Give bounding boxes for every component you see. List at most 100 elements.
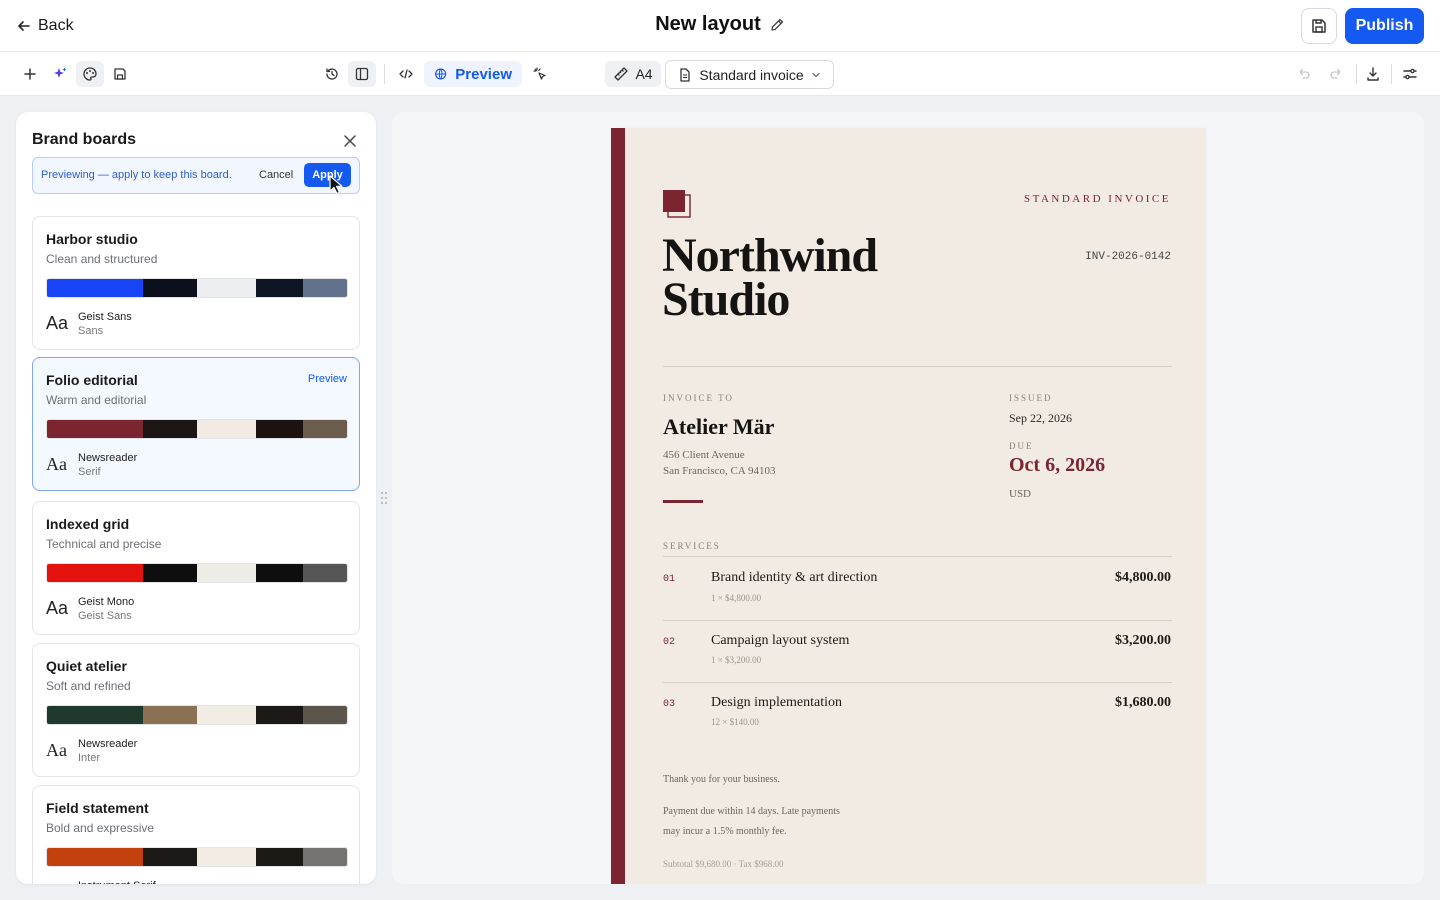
color-swatch [255, 848, 304, 866]
color-swatch [197, 564, 256, 582]
mouse-pointer-icon [329, 175, 343, 195]
document-title[interactable]: New layout [655, 13, 761, 36]
color-swatch [47, 279, 144, 297]
ai-button[interactable] [48, 61, 72, 87]
line-item-detail: 1 × $3,200.00 [711, 655, 762, 665]
undo-button[interactable] [1292, 61, 1316, 87]
board-preview-link[interactable]: Preview [308, 373, 347, 385]
color-swatch [47, 706, 144, 724]
brand-board-card[interactable]: Indexed grid Technical and precise Aa Geist… [32, 501, 360, 635]
invoice-type-label: STANDARD INVOICE [1024, 193, 1171, 205]
issued-label: ISSUED [1009, 393, 1053, 403]
brand-board-card[interactable]: Field statement Bold and expressive Aa Inst… [32, 785, 360, 884]
typeface-sample: Aa [46, 740, 67, 760]
notice-text: Previewing — apply to keep this board. [41, 169, 232, 181]
payment-terms: may incur a 1.5% monthly fee. [663, 826, 787, 837]
toolbar-divider [1356, 64, 1357, 84]
board-description: Warm and editorial [46, 393, 147, 407]
toggle-sidebar-button[interactable] [348, 61, 376, 87]
palette-icon [83, 67, 97, 81]
thank-you-note: Thank you for your business. [663, 774, 780, 785]
color-swatch [143, 848, 197, 866]
preview-canvas: STANDARD INVOICE Northwind Studio INV-20… [392, 112, 1424, 884]
line-item-name: Campaign layout system [711, 633, 850, 648]
typeface-sample: Aa [46, 454, 67, 474]
line-item-amount: $3,200.00 [1115, 633, 1171, 648]
payment-terms: Payment due within 14 days. Late payment… [663, 806, 840, 817]
divider [663, 366, 1172, 367]
due-date: Oct 6, 2026 [1009, 454, 1106, 476]
save-draft-button[interactable] [108, 61, 132, 87]
save-button[interactable] [1301, 8, 1337, 44]
typeface-secondary: Serif [78, 466, 101, 478]
due-label: DUE [1009, 441, 1034, 451]
color-swatch [255, 564, 304, 582]
template-select[interactable]: Standard invoice [665, 60, 834, 89]
settings-button[interactable] [1398, 61, 1422, 87]
invoice-to-label: INVOICE TO [663, 393, 734, 403]
color-swatch [143, 420, 197, 438]
client-name: Atelier Mär [663, 414, 775, 439]
resize-handle-icon[interactable] [380, 490, 388, 506]
color-swatch [303, 279, 347, 297]
line-item-name: Brand identity & art direction [711, 570, 878, 585]
line-item-detail: 1 × $4,800.00 [711, 593, 762, 603]
apply-button[interactable]: Apply [304, 163, 351, 187]
typeface-name: Geist Mono [78, 596, 135, 608]
invoice-page[interactable]: STANDARD INVOICE Northwind Studio INV-20… [611, 128, 1206, 884]
board-name: Harbor studio [46, 231, 138, 247]
plus-icon [24, 68, 36, 80]
board-description: Clean and structured [46, 252, 158, 266]
history-button[interactable] [320, 61, 344, 87]
color-swatch [197, 706, 256, 724]
panel-title: Brand boards [32, 131, 137, 148]
line-item-amount: $4,800.00 [1115, 570, 1171, 585]
divider [663, 620, 1172, 621]
services-label: SERVICES [663, 541, 721, 551]
code-view-button[interactable] [394, 61, 418, 87]
document-icon [680, 67, 690, 82]
client-address-line: San Francisco, CA 94103 [663, 465, 776, 477]
sidebar-icon [355, 67, 369, 81]
board-name: Indexed grid [46, 516, 130, 532]
divider [663, 556, 1172, 557]
typeface-name: Newsreader [78, 452, 138, 464]
download-icon [1367, 67, 1379, 81]
color-swatch [47, 564, 144, 582]
color-swatch [197, 279, 256, 297]
color-swatch [197, 848, 256, 866]
cursor-click-icon [533, 67, 546, 80]
color-swatch [143, 706, 197, 724]
company-name-line: Northwind [662, 229, 878, 282]
save-icon [1312, 19, 1326, 33]
select-tool-button[interactable] [528, 61, 552, 87]
color-swatch-strip [46, 563, 348, 583]
company-name: Northwind Studio [662, 229, 878, 324]
download-button[interactable] [1361, 61, 1385, 87]
close-panel-button[interactable] [340, 131, 360, 151]
add-button[interactable] [18, 61, 42, 87]
board-description: Bold and expressive [46, 821, 155, 835]
color-swatch-strip [46, 705, 348, 725]
line-item-amount: $1,680.00 [1115, 695, 1171, 710]
totals-summary: Subtotal $9,680.00 · Tax $968.00 [663, 859, 784, 869]
globe-icon [435, 68, 447, 80]
brand-board-card[interactable]: Folio editorial Warm and editorial Preview… [32, 357, 360, 491]
color-swatch [303, 848, 347, 866]
document-title-area: New layout [0, 13, 1440, 36]
brand-board-card[interactable]: Quiet atelier Soft and refined Aa Newsreade… [32, 643, 360, 777]
code-icon [399, 69, 413, 79]
cancel-button[interactable]: Cancel [259, 169, 293, 181]
tab-preview[interactable]: Preview [424, 61, 522, 87]
brand-board-card[interactable]: Harbor studio Clean and structured Aa Geist… [32, 216, 360, 350]
line-item-name: Design implementation [711, 695, 843, 710]
brand-boards-panel: Brand boards Previewing — apply to keep … [16, 112, 376, 884]
publish-button[interactable]: Publish [1345, 8, 1424, 44]
pencil-icon[interactable] [769, 17, 785, 33]
brand-palette-button[interactable] [76, 61, 104, 87]
paper-size-button[interactable]: A4 [605, 61, 661, 87]
redo-button[interactable] [1324, 61, 1348, 87]
color-swatch-strip [46, 278, 348, 298]
board-name: Field statement [46, 800, 149, 816]
editor-toolbar: Preview A4 Standard invoice [0, 52, 1440, 96]
